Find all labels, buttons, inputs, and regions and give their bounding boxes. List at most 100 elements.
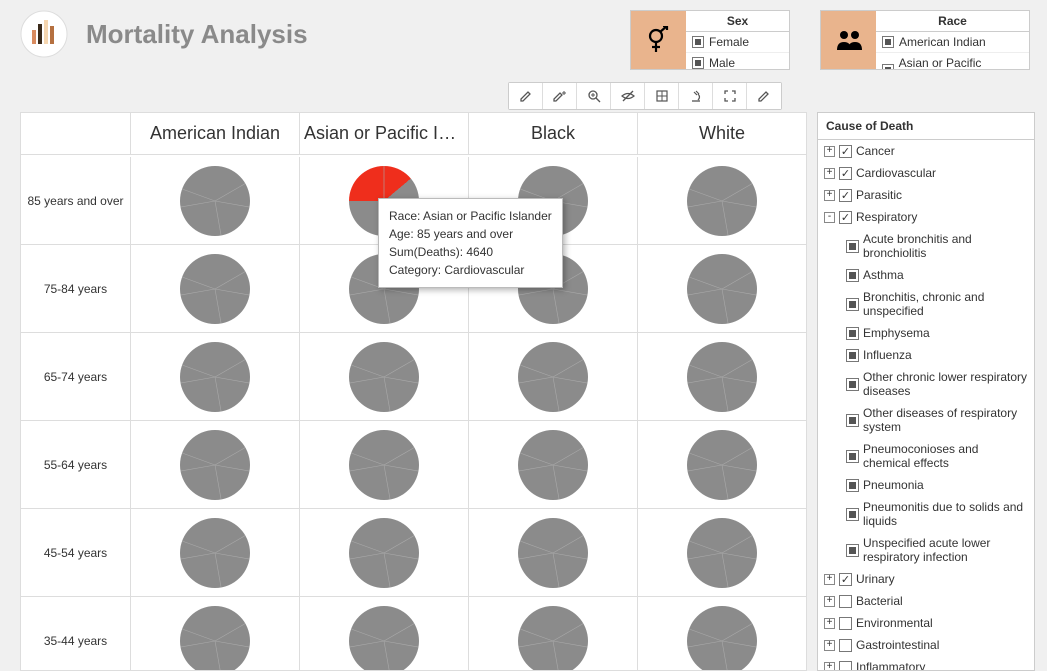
checkbox-icon[interactable]: [846, 240, 859, 253]
cod-tree-item[interactable]: +Parasitic: [818, 184, 1034, 206]
cod-tree-item[interactable]: - Respiratory: [818, 206, 1034, 228]
pie-cell[interactable]: [131, 421, 300, 508]
checkbox-icon[interactable]: [839, 189, 852, 202]
pie-chart-icon: [180, 518, 250, 588]
cod-tree-child-item[interactable]: Pneumonia: [818, 474, 1034, 496]
pie-cell[interactable]: [300, 333, 469, 420]
pie-cell[interactable]: [131, 333, 300, 420]
tool-pencil-button[interactable]: [509, 83, 543, 109]
column-header[interactable]: White: [638, 113, 806, 154]
checkbox-icon[interactable]: [839, 167, 852, 180]
checkbox-icon[interactable]: [839, 639, 852, 652]
pie-cell[interactable]: [469, 421, 638, 508]
cod-tree-child-item[interactable]: Other chronic lower respiratory diseases: [818, 366, 1034, 402]
pie-cell[interactable]: [300, 597, 469, 670]
checkbox-icon[interactable]: [846, 327, 859, 340]
race-filter-item-1[interactable]: Asian or Pacific Islander: [876, 53, 1029, 70]
row-header[interactable]: 35-44 years: [21, 597, 131, 670]
cod-tree-child-item[interactable]: Bronchitis, chronic and unspecified: [818, 286, 1034, 322]
cod-tree-child-item[interactable]: Pneumonitis due to solids and liquids: [818, 496, 1034, 532]
cod-tree-child-item[interactable]: Emphysema: [818, 322, 1034, 344]
column-header[interactable]: Asian or Pacific Islan..: [300, 113, 469, 154]
tool-zoom-in-button[interactable]: [577, 83, 611, 109]
cod-tree-item[interactable]: +Urinary: [818, 568, 1034, 590]
expand-icon[interactable]: +: [824, 596, 835, 607]
row-header[interactable]: 55-64 years: [21, 421, 131, 508]
checkbox-icon[interactable]: [846, 269, 859, 282]
checkbox-icon[interactable]: [839, 211, 852, 224]
expand-icon[interactable]: +: [824, 640, 835, 651]
expand-icon[interactable]: +: [824, 662, 835, 671]
tree-item-label: Pneumoconioses and chemical effects: [863, 442, 1028, 470]
cod-tree-child-item[interactable]: Pneumoconioses and chemical effects: [818, 438, 1034, 474]
cod-tree-child-item[interactable]: Acute bronchitis and bronchiolitis: [818, 228, 1034, 264]
pie-cell[interactable]: [300, 421, 469, 508]
pie-cell[interactable]: [638, 597, 806, 670]
pie-cell[interactable]: [131, 245, 300, 332]
checkbox-icon[interactable]: [839, 617, 852, 630]
tool-microscope-button[interactable]: [679, 83, 713, 109]
pie-cell[interactable]: [638, 245, 806, 332]
tool-edit-button[interactable]: [747, 83, 781, 109]
cod-tree-item[interactable]: +Environmental: [818, 612, 1034, 634]
pie-cell[interactable]: [300, 509, 469, 596]
cod-tree-item[interactable]: +Gastrointestinal: [818, 634, 1034, 656]
cod-tree-item[interactable]: + Cancer: [818, 140, 1034, 162]
column-header[interactable]: Black: [469, 113, 638, 154]
expand-icon[interactable]: +: [824, 168, 835, 179]
cod-tree-child-item[interactable]: Unspecified acute lower respiratory infe…: [818, 532, 1034, 568]
cod-tree-item[interactable]: +Bacterial: [818, 590, 1034, 612]
pie-cell[interactable]: [469, 333, 638, 420]
sex-filter-item-female[interactable]: Female: [686, 32, 789, 53]
race-filter-title: Race: [876, 11, 1029, 32]
pie-cell[interactable]: [469, 597, 638, 670]
cod-tree-child-item[interactable]: Influenza: [818, 344, 1034, 366]
pie-cell[interactable]: [638, 157, 806, 244]
column-header[interactable]: American Indian: [131, 113, 300, 154]
pie-cell[interactable]: [131, 157, 300, 244]
cod-tree-item[interactable]: +Inflammatory: [818, 656, 1034, 671]
checkbox-icon[interactable]: [839, 145, 852, 158]
expand-icon[interactable]: +: [824, 574, 835, 585]
checkbox-icon[interactable]: [846, 544, 859, 557]
pie-cell[interactable]: [131, 597, 300, 670]
checkbox-icon[interactable]: [839, 595, 852, 608]
checkbox-icon[interactable]: [846, 414, 859, 427]
pie-cell[interactable]: [638, 333, 806, 420]
sex-icon: [631, 11, 686, 69]
row-header[interactable]: 85 years and over: [21, 157, 131, 244]
cod-tree-child-item[interactable]: Asthma: [818, 264, 1034, 286]
checkbox-icon[interactable]: [846, 349, 859, 362]
expand-icon[interactable]: +: [824, 618, 835, 629]
checkbox-icon[interactable]: [839, 573, 852, 586]
checkbox-icon[interactable]: [846, 378, 859, 391]
checkbox-icon[interactable]: [846, 298, 859, 311]
cod-tree-child-item[interactable]: Other diseases of respiratory system: [818, 402, 1034, 438]
checkbox-icon[interactable]: [846, 479, 859, 492]
checkbox-icon: [882, 64, 894, 70]
checkbox-icon[interactable]: [846, 450, 859, 463]
tree-item-label: Cardiovascular: [856, 166, 936, 180]
tool-visibility-off-button[interactable]: [611, 83, 645, 109]
pie-cell[interactable]: [131, 509, 300, 596]
row-header[interactable]: 65-74 years: [21, 333, 131, 420]
checkbox-icon[interactable]: [846, 508, 859, 521]
expand-icon[interactable]: +: [824, 146, 835, 157]
checkbox-icon[interactable]: [839, 661, 852, 671]
tree-item-label: Respiratory: [856, 210, 917, 224]
tree-item-label: Cancer: [856, 144, 895, 158]
row-header[interactable]: 45-54 years: [21, 509, 131, 596]
collapse-icon[interactable]: -: [824, 212, 835, 223]
pie-chart-icon: [180, 254, 250, 324]
row-header[interactable]: 75-84 years: [21, 245, 131, 332]
pie-cell[interactable]: [638, 509, 806, 596]
tool-pencil-sparkle-button[interactable]: [543, 83, 577, 109]
sex-filter-item-male[interactable]: Male: [686, 53, 789, 70]
tool-expand-button[interactable]: [713, 83, 747, 109]
expand-icon[interactable]: +: [824, 190, 835, 201]
pie-cell[interactable]: [638, 421, 806, 508]
race-filter-item-0[interactable]: American Indian: [876, 32, 1029, 53]
pie-cell[interactable]: [469, 509, 638, 596]
tool-grid-button[interactable]: [645, 83, 679, 109]
cod-tree-item[interactable]: + Cardiovascular: [818, 162, 1034, 184]
